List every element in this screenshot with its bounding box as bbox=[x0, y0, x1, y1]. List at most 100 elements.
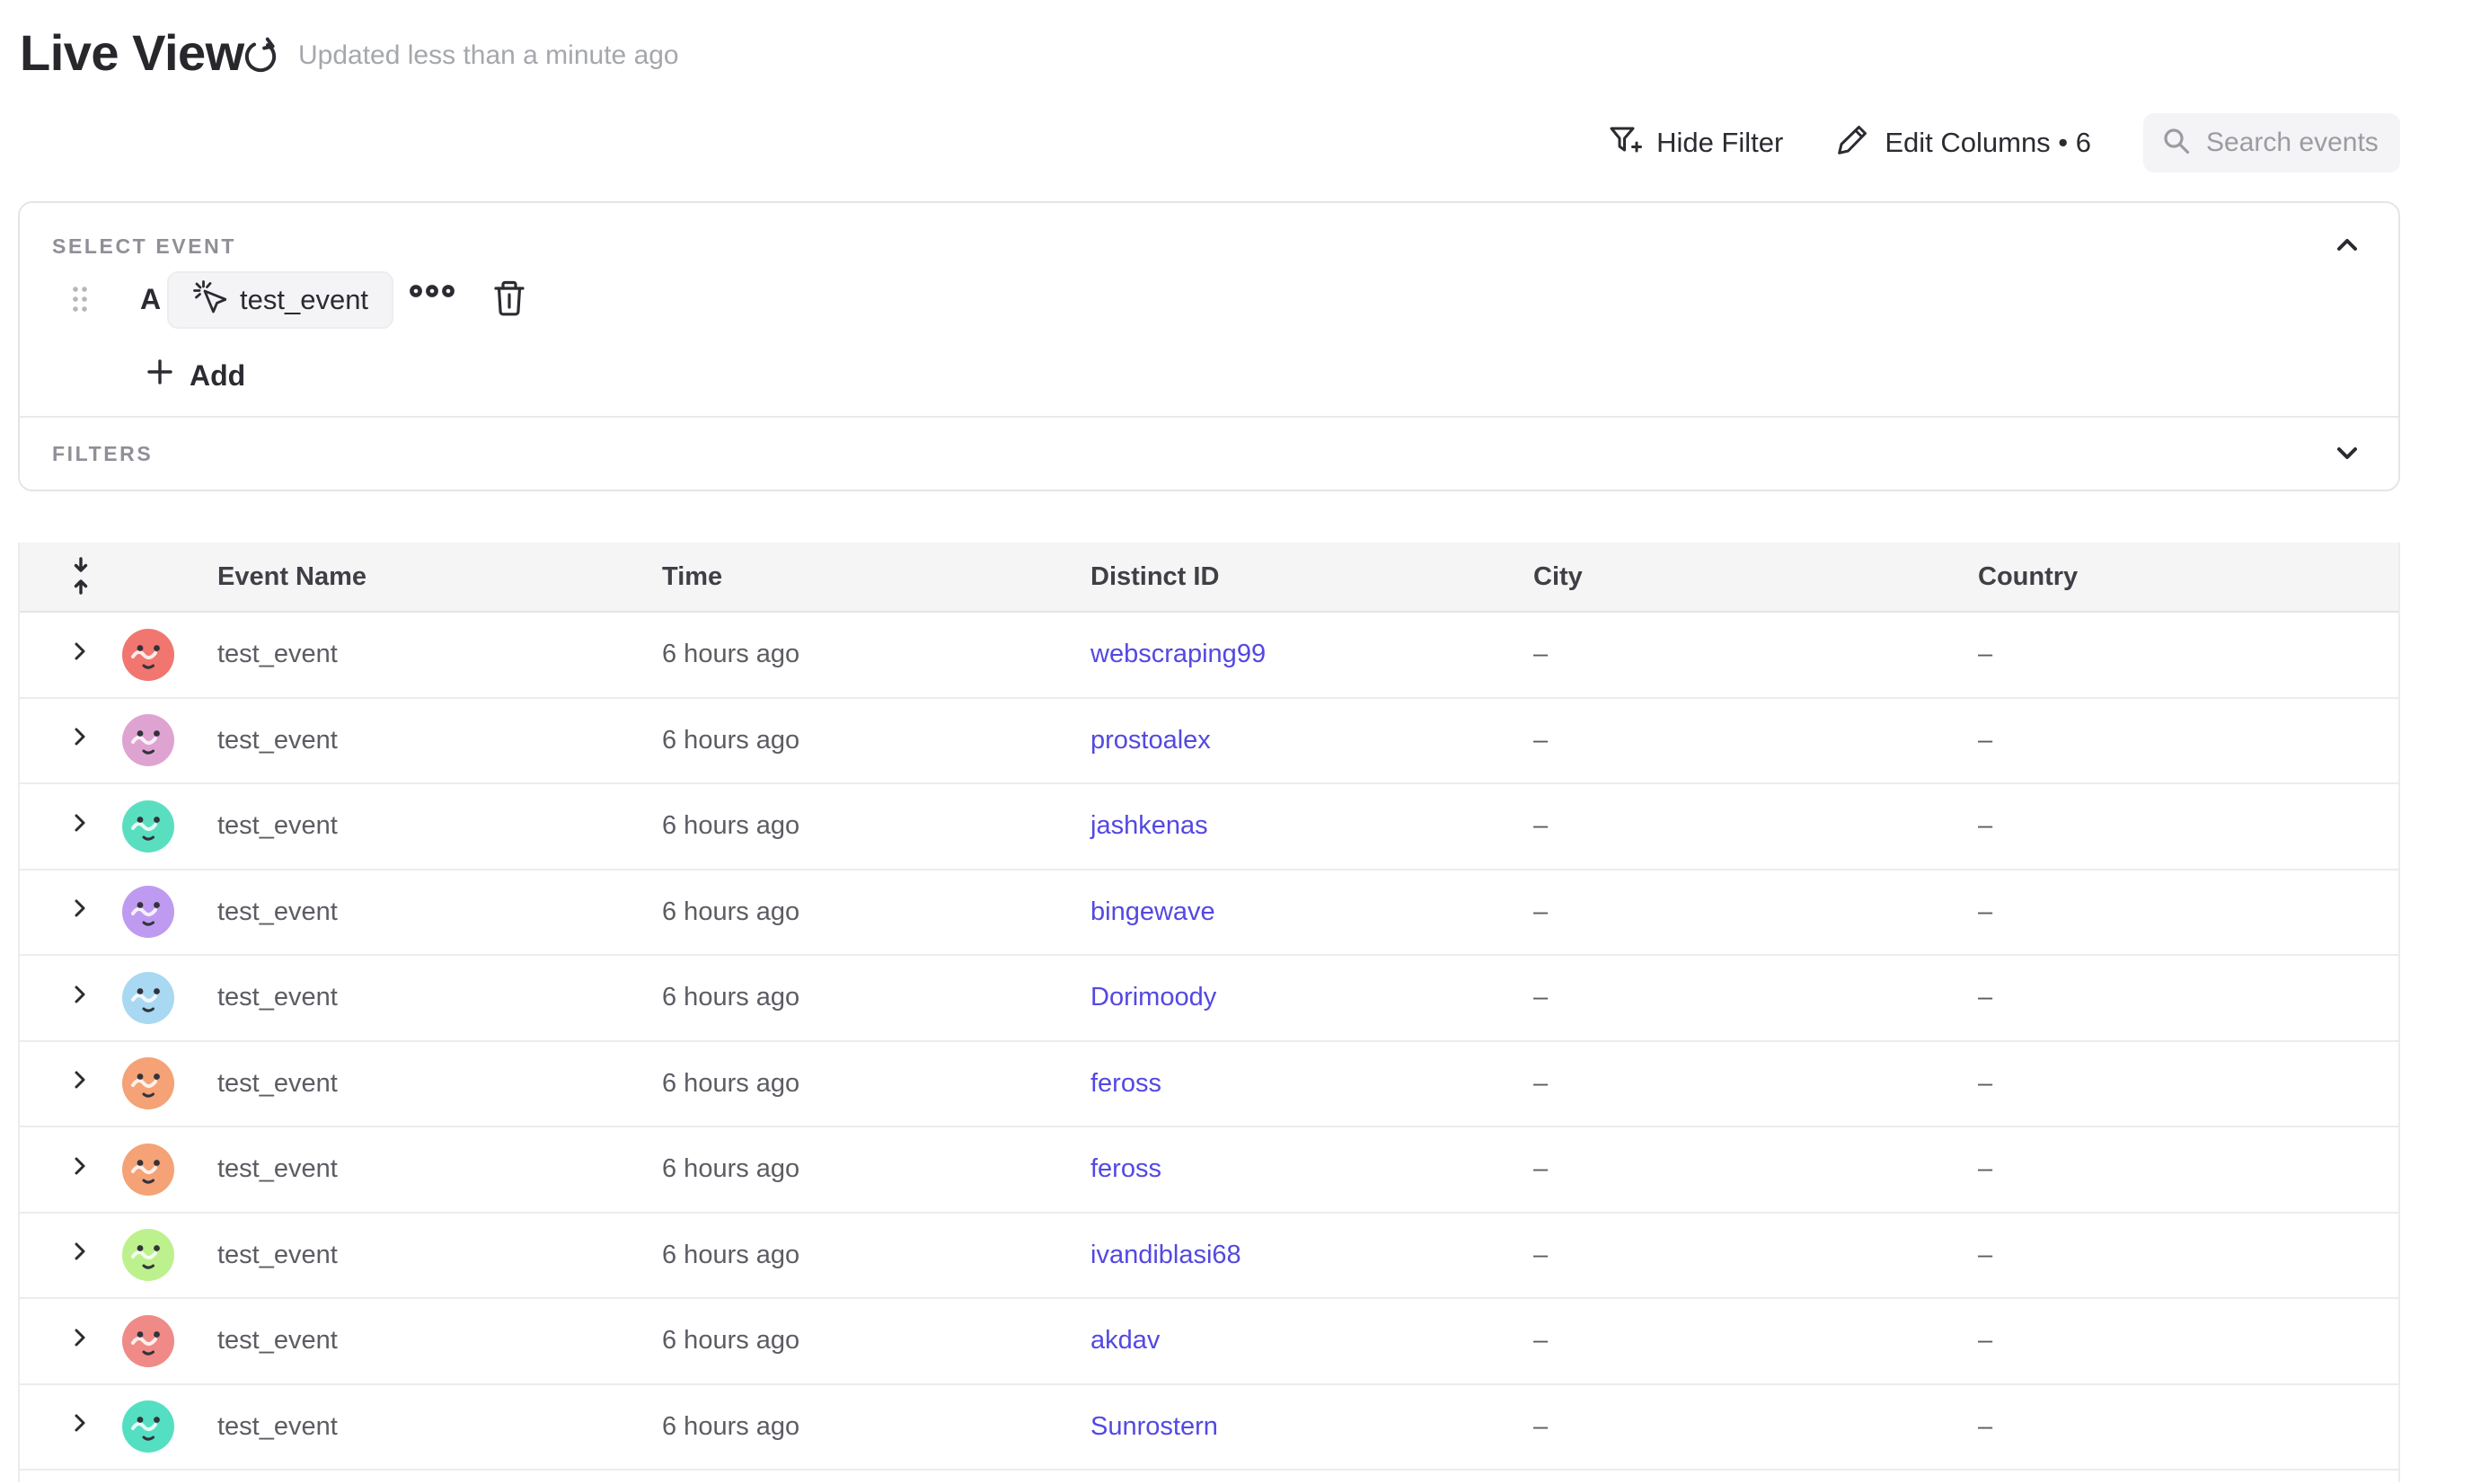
event-name-cell: test_event bbox=[217, 1154, 662, 1184]
time-cell: 6 hours ago bbox=[662, 983, 1090, 1012]
event-table-row[interactable]: test_event 6 hours ago jashkenas – – bbox=[20, 784, 2398, 870]
refresh-icon bbox=[240, 36, 281, 80]
column-header-city: City bbox=[1533, 562, 1978, 592]
pencil-icon bbox=[1835, 121, 1871, 164]
edit-columns-button[interactable]: Edit Columns • 6 bbox=[1835, 121, 2091, 164]
country-cell: – bbox=[1978, 897, 2398, 927]
distinct-id-link[interactable]: Sunrostern bbox=[1090, 1412, 1218, 1441]
chevron-right-icon[interactable] bbox=[68, 1066, 92, 1100]
page-title: Live View bbox=[20, 23, 244, 82]
delete-event-button[interactable] bbox=[490, 278, 528, 322]
distinct-id-link[interactable]: feross bbox=[1090, 1069, 1161, 1098]
distinct-id-link[interactable]: webscraping99 bbox=[1090, 640, 1266, 668]
city-cell: – bbox=[1533, 1154, 1978, 1184]
chevron-right-icon[interactable] bbox=[68, 723, 92, 757]
country-cell: – bbox=[1978, 811, 2398, 841]
event-select-chip[interactable]: test_event bbox=[167, 271, 393, 329]
expand-filters-button[interactable] bbox=[2332, 437, 2362, 471]
more-options-icon bbox=[408, 282, 456, 303]
event-table-row[interactable]: test_event 6 hours ago Dorimoody – – bbox=[20, 956, 2398, 1042]
country-cell: – bbox=[1978, 1069, 2398, 1099]
city-cell: – bbox=[1533, 1412, 1978, 1442]
query-builder-panel: SELECT EVENT A test bbox=[18, 201, 2400, 491]
avatar bbox=[122, 1057, 174, 1109]
event-table-row[interactable]: test_event 6 hours ago ivandiblasi68 – – bbox=[20, 1214, 2398, 1300]
time-cell: 6 hours ago bbox=[662, 640, 1090, 669]
table-body: test_event 6 hours ago webscraping99 – – bbox=[20, 613, 2398, 1471]
event-name-cell: test_event bbox=[217, 640, 662, 669]
event-table-row[interactable]: test_event 6 hours ago akdav – – bbox=[20, 1299, 2398, 1385]
distinct-id-link[interactable]: Dorimoody bbox=[1090, 983, 1216, 1011]
chevron-down-icon bbox=[2332, 437, 2362, 471]
chevron-right-icon[interactable] bbox=[68, 809, 92, 844]
event-table-row[interactable]: test_event 6 hours ago bingewave – – bbox=[20, 870, 2398, 957]
city-cell: – bbox=[1533, 897, 1978, 927]
collapse-section-button[interactable] bbox=[2332, 230, 2362, 263]
avatar bbox=[122, 1229, 174, 1281]
event-name-cell: test_event bbox=[217, 1069, 662, 1099]
event-name-cell: test_event bbox=[217, 1412, 662, 1442]
drag-handle-icon[interactable] bbox=[70, 284, 90, 319]
last-updated-text: Updated less than a minute ago bbox=[298, 40, 679, 72]
event-table-row[interactable]: test_event 6 hours ago prostoalex – – bbox=[20, 699, 2398, 785]
event-name-cell: test_event bbox=[217, 983, 662, 1012]
search-input[interactable] bbox=[2206, 128, 2382, 158]
country-cell: – bbox=[1978, 1154, 2398, 1184]
hide-filter-button[interactable]: Hide Filter bbox=[1607, 121, 1783, 164]
chevron-right-icon[interactable] bbox=[68, 1324, 92, 1358]
chevron-right-icon[interactable] bbox=[68, 638, 92, 672]
toolbar: Hide Filter Edit Columns • 6 bbox=[1607, 113, 2400, 172]
avatar bbox=[122, 629, 174, 681]
trash-icon bbox=[490, 278, 528, 322]
time-cell: 6 hours ago bbox=[662, 1412, 1090, 1442]
distinct-id-link[interactable]: prostoalex bbox=[1090, 726, 1211, 755]
column-header-distinct-id: Distinct ID bbox=[1090, 562, 1533, 592]
distinct-id-link[interactable]: bingewave bbox=[1090, 897, 1215, 926]
chevron-up-icon bbox=[2332, 230, 2362, 263]
country-cell: – bbox=[1978, 1241, 2398, 1270]
time-cell: 6 hours ago bbox=[662, 1241, 1090, 1270]
event-name-cell: test_event bbox=[217, 897, 662, 927]
avatar bbox=[122, 800, 174, 852]
chevron-right-icon[interactable] bbox=[68, 1153, 92, 1187]
event-table-row[interactable]: test_event 6 hours ago Sunrostern – – bbox=[20, 1385, 2398, 1471]
column-header-country: Country bbox=[1978, 562, 2398, 592]
country-cell: – bbox=[1978, 1326, 2398, 1356]
search-box[interactable] bbox=[2143, 113, 2400, 172]
time-cell: 6 hours ago bbox=[662, 1069, 1090, 1099]
country-cell: – bbox=[1978, 983, 2398, 1012]
event-table-row[interactable]: test_event 6 hours ago webscraping99 – – bbox=[20, 613, 2398, 699]
city-cell: – bbox=[1533, 1069, 1978, 1099]
event-query-row: A test_event bbox=[20, 271, 2398, 329]
refresh-button[interactable] bbox=[237, 34, 284, 81]
column-header-time: Time bbox=[662, 562, 1090, 592]
distinct-id-link[interactable]: ivandiblasi68 bbox=[1090, 1241, 1241, 1269]
country-cell: – bbox=[1978, 726, 2398, 755]
avatar bbox=[122, 1400, 174, 1453]
avatar bbox=[122, 1144, 174, 1196]
chevron-right-icon[interactable] bbox=[68, 895, 92, 929]
time-cell: 6 hours ago bbox=[662, 1326, 1090, 1356]
avatar bbox=[122, 714, 174, 766]
distinct-id-link[interactable]: akdav bbox=[1090, 1326, 1160, 1355]
add-event-button[interactable]: Add bbox=[146, 358, 245, 393]
collapse-all-rows-button[interactable] bbox=[68, 557, 93, 597]
event-table-row[interactable]: test_event 6 hours ago feross – – bbox=[20, 1127, 2398, 1214]
time-cell: 6 hours ago bbox=[662, 726, 1090, 755]
city-cell: – bbox=[1533, 1326, 1978, 1356]
time-cell: 6 hours ago bbox=[662, 811, 1090, 841]
filter-plus-icon bbox=[1607, 121, 1643, 164]
chevron-right-icon[interactable] bbox=[68, 981, 92, 1015]
event-letter-label: A bbox=[140, 283, 161, 316]
event-name-cell: test_event bbox=[217, 1326, 662, 1356]
chevron-right-icon[interactable] bbox=[68, 1409, 92, 1444]
event-name-cell: test_event bbox=[217, 726, 662, 755]
country-cell: – bbox=[1978, 640, 2398, 669]
distinct-id-link[interactable]: feross bbox=[1090, 1154, 1161, 1183]
chevron-right-icon[interactable] bbox=[68, 1238, 92, 1272]
plus-icon bbox=[146, 358, 174, 393]
time-cell: 6 hours ago bbox=[662, 1154, 1090, 1184]
more-options-button[interactable] bbox=[408, 282, 456, 303]
event-table-row[interactable]: test_event 6 hours ago feross – – bbox=[20, 1042, 2398, 1128]
distinct-id-link[interactable]: jashkenas bbox=[1090, 811, 1208, 840]
